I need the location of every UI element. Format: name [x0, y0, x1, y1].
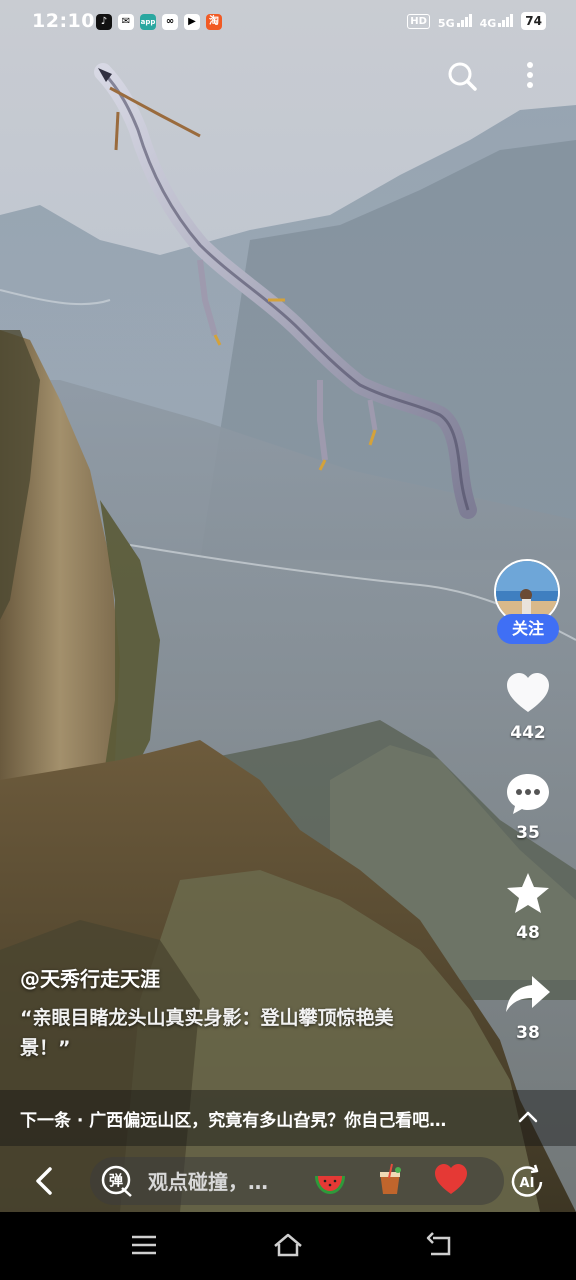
signal-bars-icon: [498, 13, 514, 27]
like-button[interactable]: [504, 670, 552, 718]
search-button[interactable]: [446, 60, 478, 92]
back-button[interactable]: [30, 1164, 60, 1198]
comment-count: 35: [516, 823, 540, 843]
home-button[interactable]: [271, 1230, 305, 1260]
danmu-icon: 弹: [101, 1165, 132, 1197]
share-count: 38: [516, 1023, 540, 1043]
heart-icon: [507, 673, 549, 712]
play-icon: ▶: [184, 14, 200, 30]
status-indicators: HD 5G 4G 74: [407, 12, 546, 30]
home-icon: [274, 1233, 302, 1257]
ai-label: AI: [520, 1176, 535, 1191]
red-heart-icon: [435, 1164, 467, 1194]
signal-bars-icon: [456, 13, 472, 27]
menu-button[interactable]: [127, 1230, 161, 1260]
comment-placeholder: 观点碰撞，…: [148, 1170, 268, 1194]
emoji-heart[interactable]: [433, 1162, 469, 1198]
status-time: 12:10: [32, 10, 95, 32]
signal-4g-label: 4G: [479, 16, 497, 30]
video-description: “亲眼目睹龙头山真实身影：登山攀顶惊艳美景！”: [20, 1007, 394, 1059]
more-button[interactable]: [516, 60, 544, 92]
comment-icon: [507, 774, 549, 814]
mail-icon: ✉: [118, 14, 134, 30]
signal-5g-label: 5G: [437, 16, 455, 30]
taobao-icon: 淘: [206, 14, 222, 30]
danmu-toggle[interactable]: 弹: [100, 1164, 134, 1198]
chevron-up-icon: [518, 1111, 538, 1123]
emoji-watermelon[interactable]: [312, 1162, 348, 1198]
like-count: 442: [510, 723, 546, 743]
back-icon: [426, 1232, 451, 1256]
search-icon: [448, 62, 477, 91]
signal-5g: 5G: [438, 13, 472, 30]
comment-bar: 弹 观点碰撞，… AI: [0, 1150, 576, 1212]
ai-button[interactable]: AI: [507, 1162, 547, 1202]
notification-icons: ♪ ✉ app ∞ ▶ 淘: [96, 14, 222, 30]
star-icon: [507, 873, 549, 913]
ai-icon: AI: [511, 1164, 543, 1197]
menu-icon: [132, 1235, 156, 1255]
signal-4g: 4G: [480, 13, 514, 30]
hd-badge: HD: [407, 13, 430, 29]
emoji-drink[interactable]: [372, 1162, 408, 1198]
next-video-bar[interactable]: 下一条 · 广西偏远山区，究竟有多山旮旯？你自己看吧…: [0, 1090, 576, 1146]
follow-button[interactable]: 关注: [497, 614, 559, 644]
comment-button[interactable]: [504, 770, 552, 818]
chevron-left-icon: [36, 1167, 52, 1195]
app-icon: app: [140, 14, 156, 30]
danmu-label: 弹: [109, 1173, 123, 1190]
system-nav-bar: [0, 1212, 576, 1280]
share-button[interactable]: [504, 970, 552, 1018]
drink-icon: [380, 1163, 401, 1194]
author-name[interactable]: @天秀行走天涯: [20, 963, 160, 992]
tiktok-icon: ♪: [96, 14, 112, 30]
share-icon: [506, 976, 550, 1012]
link-icon: ∞: [162, 14, 178, 30]
battery-indicator: 74: [521, 12, 546, 30]
more-icon: [527, 62, 533, 88]
watermelon-icon: [315, 1176, 345, 1194]
status-bar: 12:10 ♪ ✉ app ∞ ▶ 淘 HD 5G 4G 74: [0, 0, 576, 44]
favorite-button[interactable]: [504, 870, 552, 918]
system-back-button[interactable]: [423, 1230, 457, 1260]
next-video-text: 下一条 · 广西偏远山区，究竟有多山旮旯？你自己看吧…: [20, 1111, 447, 1131]
favorite-count: 48: [516, 923, 540, 943]
